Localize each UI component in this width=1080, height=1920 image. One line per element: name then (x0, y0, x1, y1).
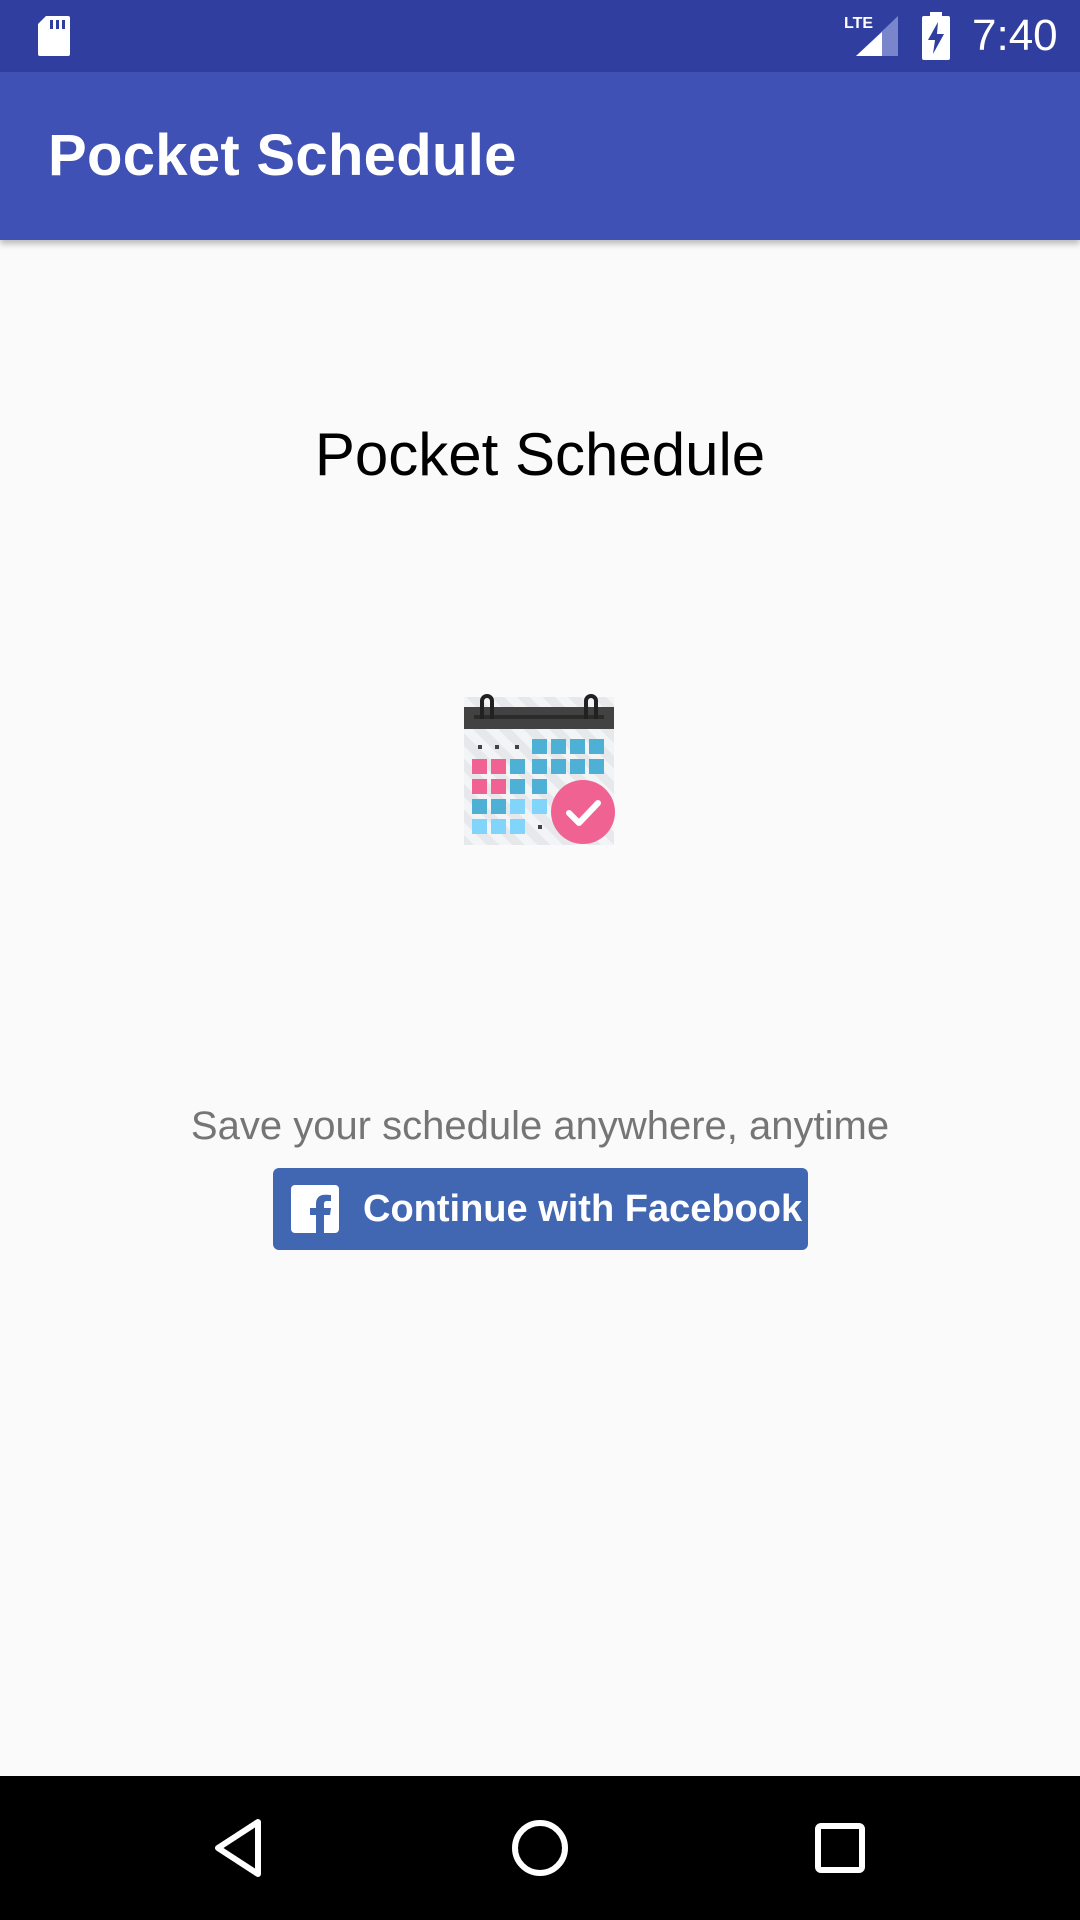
status-time: 7:40 (972, 11, 1058, 60)
app-bar: Pocket Schedule (0, 72, 1080, 240)
facebook-logo-icon (291, 1185, 339, 1233)
page-title: Pocket Schedule (314, 421, 766, 488)
calendar-check-icon (464, 694, 615, 845)
status-bar: LTE 7:40 (0, 0, 1080, 72)
network-label: LTE (844, 15, 873, 32)
recents-icon[interactable] (800, 1808, 880, 1888)
sd-card-icon (38, 16, 70, 56)
navigation-bar (0, 1776, 1080, 1920)
back-icon[interactable] (200, 1808, 280, 1888)
lte-signal-icon: LTE (844, 15, 898, 56)
battery-charging-icon (922, 12, 950, 60)
tagline: Save your schedule anywhere, anytime (190, 1104, 890, 1148)
continue-with-facebook-button[interactable]: Continue with Facebook (273, 1168, 808, 1250)
login-screen: LTE 7:40 Pocket Schedule Pocket Schedule (0, 0, 1080, 1920)
app-bar-title: Pocket Schedule (48, 123, 517, 188)
facebook-button-label: Continue with Facebook (363, 1188, 803, 1230)
home-icon[interactable] (500, 1808, 580, 1888)
